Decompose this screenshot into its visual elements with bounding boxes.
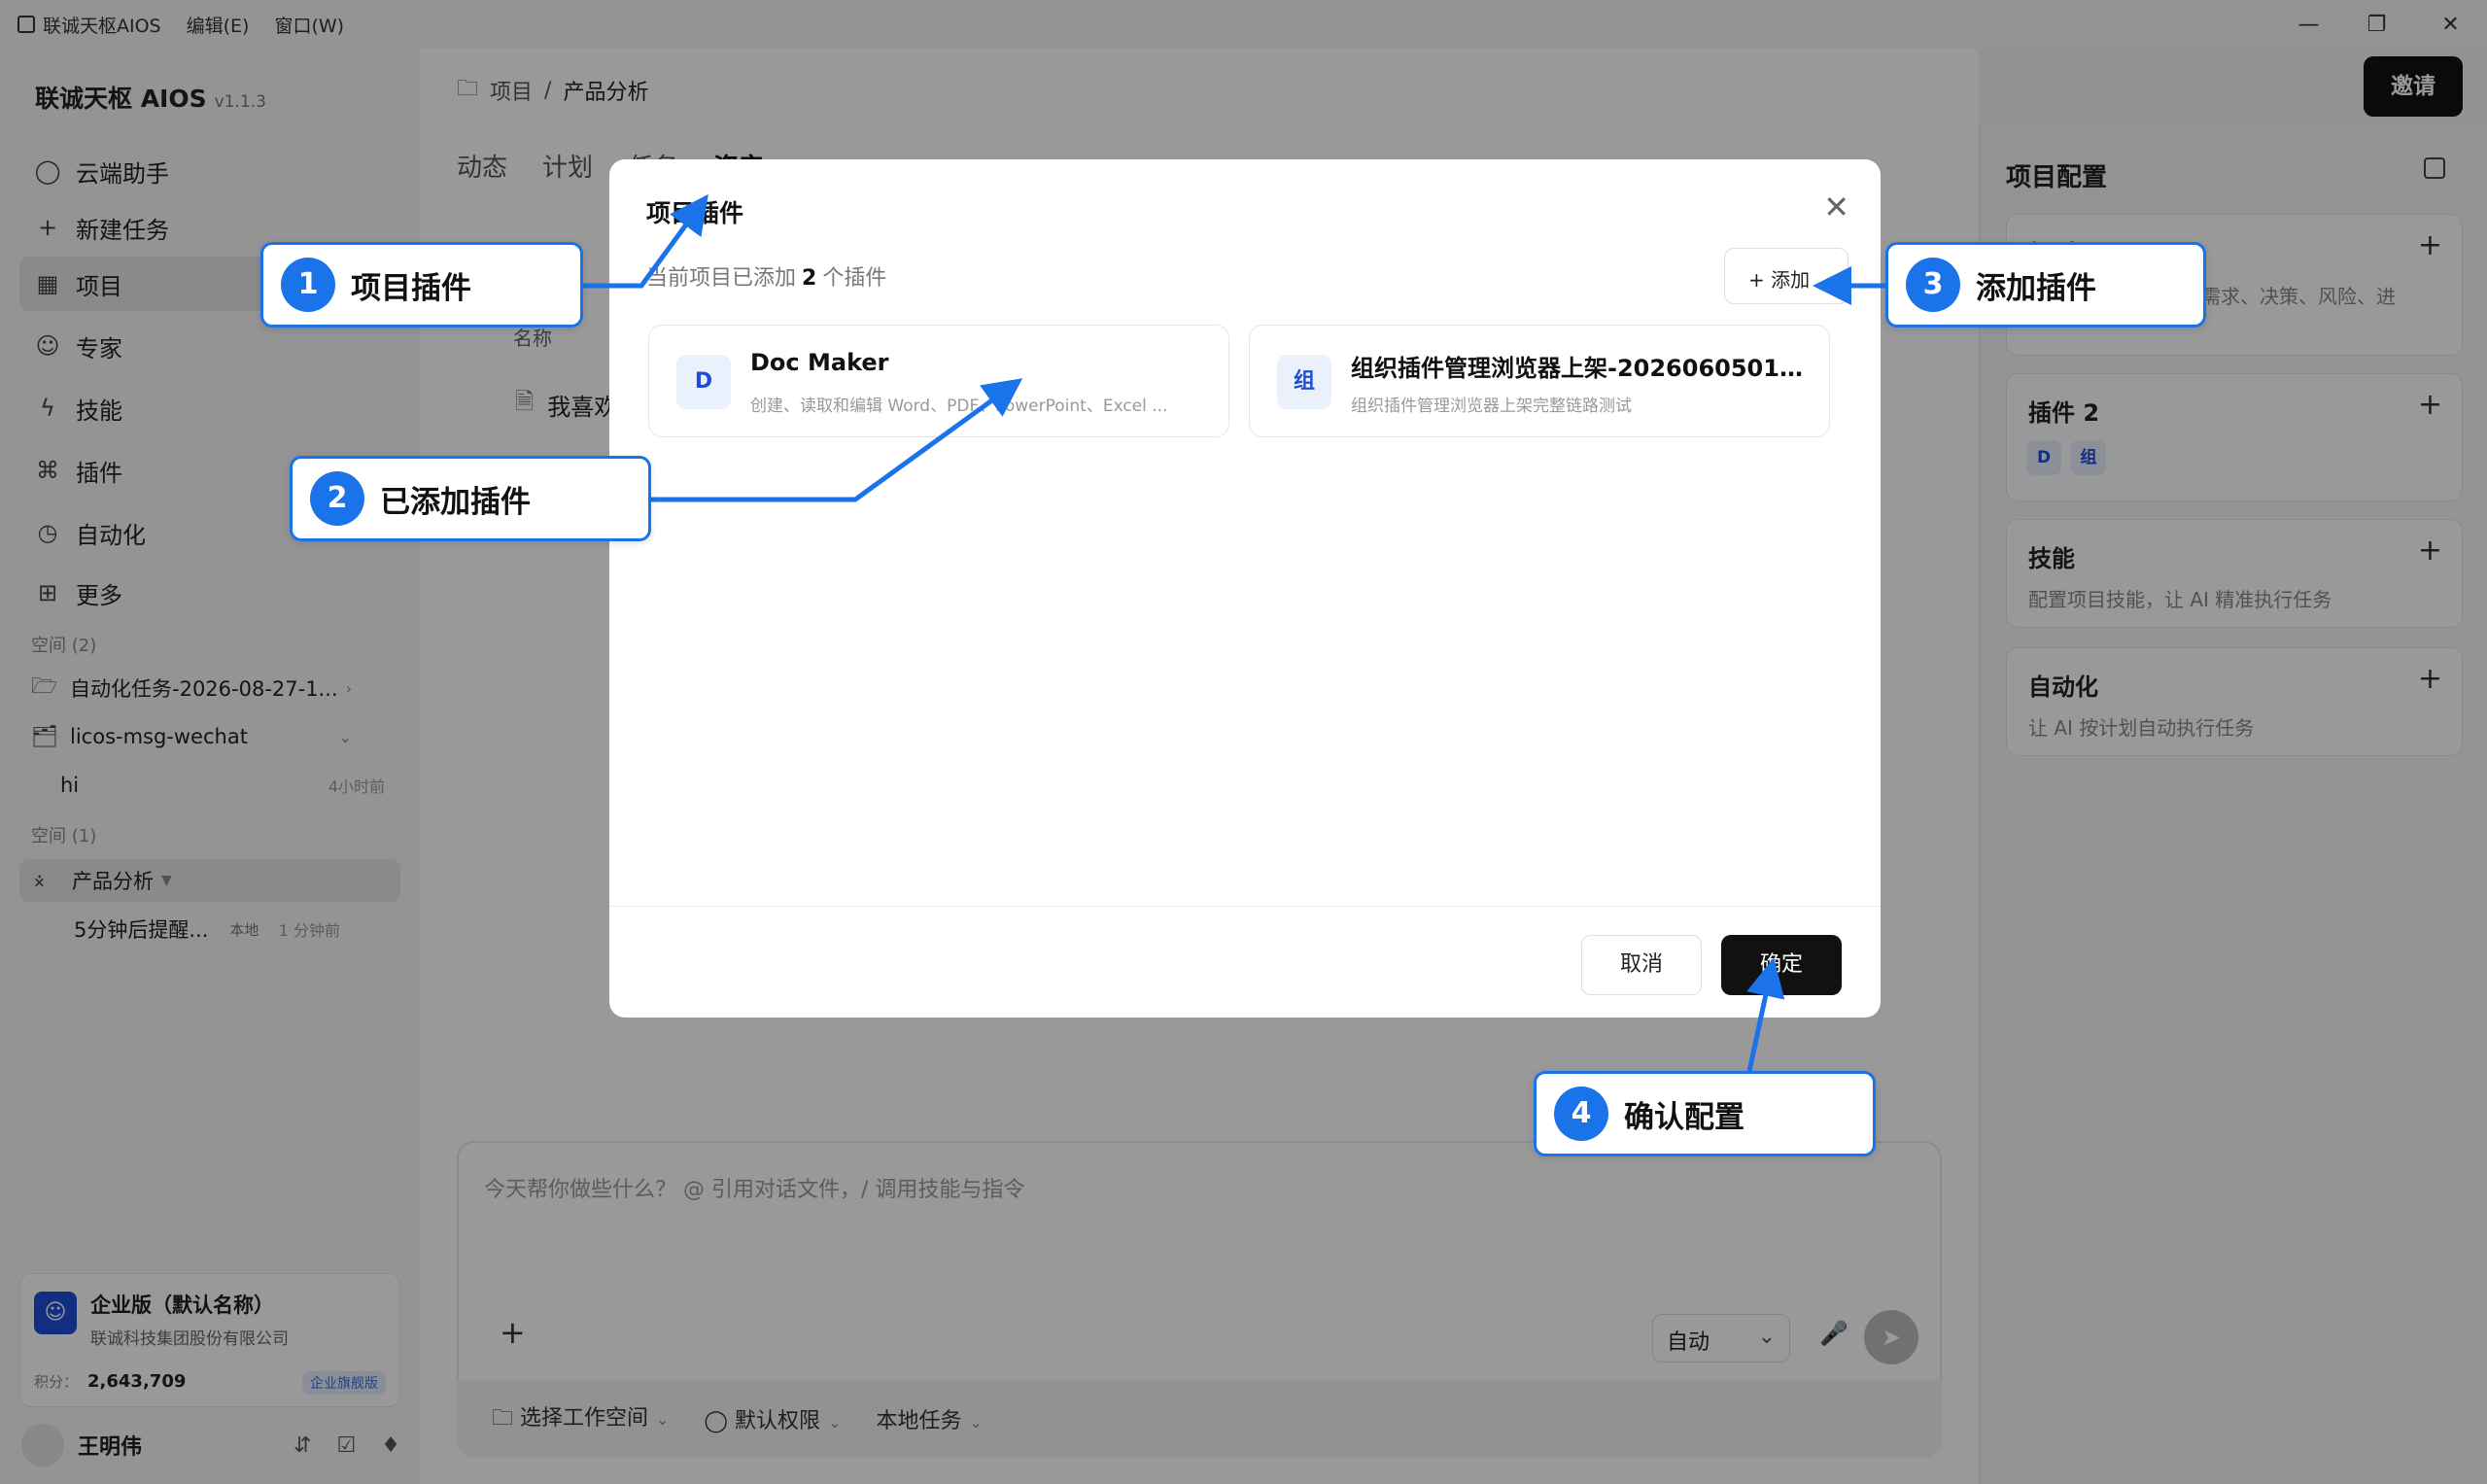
close-icon[interactable]: ✕ (1823, 189, 1849, 225)
callout-3: 3 添加插件 (1885, 242, 2206, 328)
dialog-title: 项目插件 (646, 199, 744, 227)
callout-number: 3 (1906, 258, 1960, 312)
callout-number: 1 (281, 258, 335, 312)
callout-text: 项目插件 (351, 270, 471, 306)
confirm-button[interactable]: 确定 (1721, 935, 1842, 995)
callout-number: 2 (310, 471, 364, 526)
callout-4: 4 确认配置 (1534, 1071, 1876, 1156)
plugin-name: 组织插件管理浏览器上架-202606050141... (1351, 355, 1808, 382)
callout-1: 1 项目插件 (260, 242, 583, 328)
dialog-subtitle: 当前项目已添加 2 个插件 (646, 260, 886, 292)
callout-2: 2 已添加插件 (290, 456, 651, 541)
callout-text: 已添加插件 (380, 484, 531, 520)
add-plugin-button[interactable]: + 添加 (1724, 248, 1848, 304)
plugin-count: 2 (802, 266, 817, 291)
plugin-chip: 组 (1277, 355, 1331, 409)
plugin-name: Doc Maker (750, 349, 889, 376)
plugin-desc: 创建、读取和编辑 Word、PDF、PowerPoint、Excel ... (750, 397, 1168, 416)
plugin-desc: 组织插件管理浏览器上架完整链路测试 (1351, 397, 1632, 416)
subtitle-prefix: 当前项目已添加 (646, 266, 797, 291)
plugin-chip: D (676, 355, 731, 409)
callout-number: 4 (1554, 1087, 1608, 1141)
callout-text: 添加插件 (1976, 270, 2096, 306)
cancel-button[interactable]: 取消 (1581, 935, 1702, 995)
project-plugins-dialog: 项目插件 ✕ 当前项目已添加 2 个插件 + 添加 D Doc Maker 创建、读… (609, 159, 1881, 1018)
subtitle-suffix: 个插件 (822, 266, 887, 291)
callout-text: 确认配置 (1624, 1099, 1744, 1135)
plugin-card[interactable]: 组 组织插件管理浏览器上架-202606050141... 组织插件管理浏览器上… (1249, 325, 1830, 437)
dialog-divider (609, 906, 1881, 907)
plugin-card[interactable]: D Doc Maker 创建、读取和编辑 Word、PDF、PowerPoint… (648, 325, 1229, 437)
